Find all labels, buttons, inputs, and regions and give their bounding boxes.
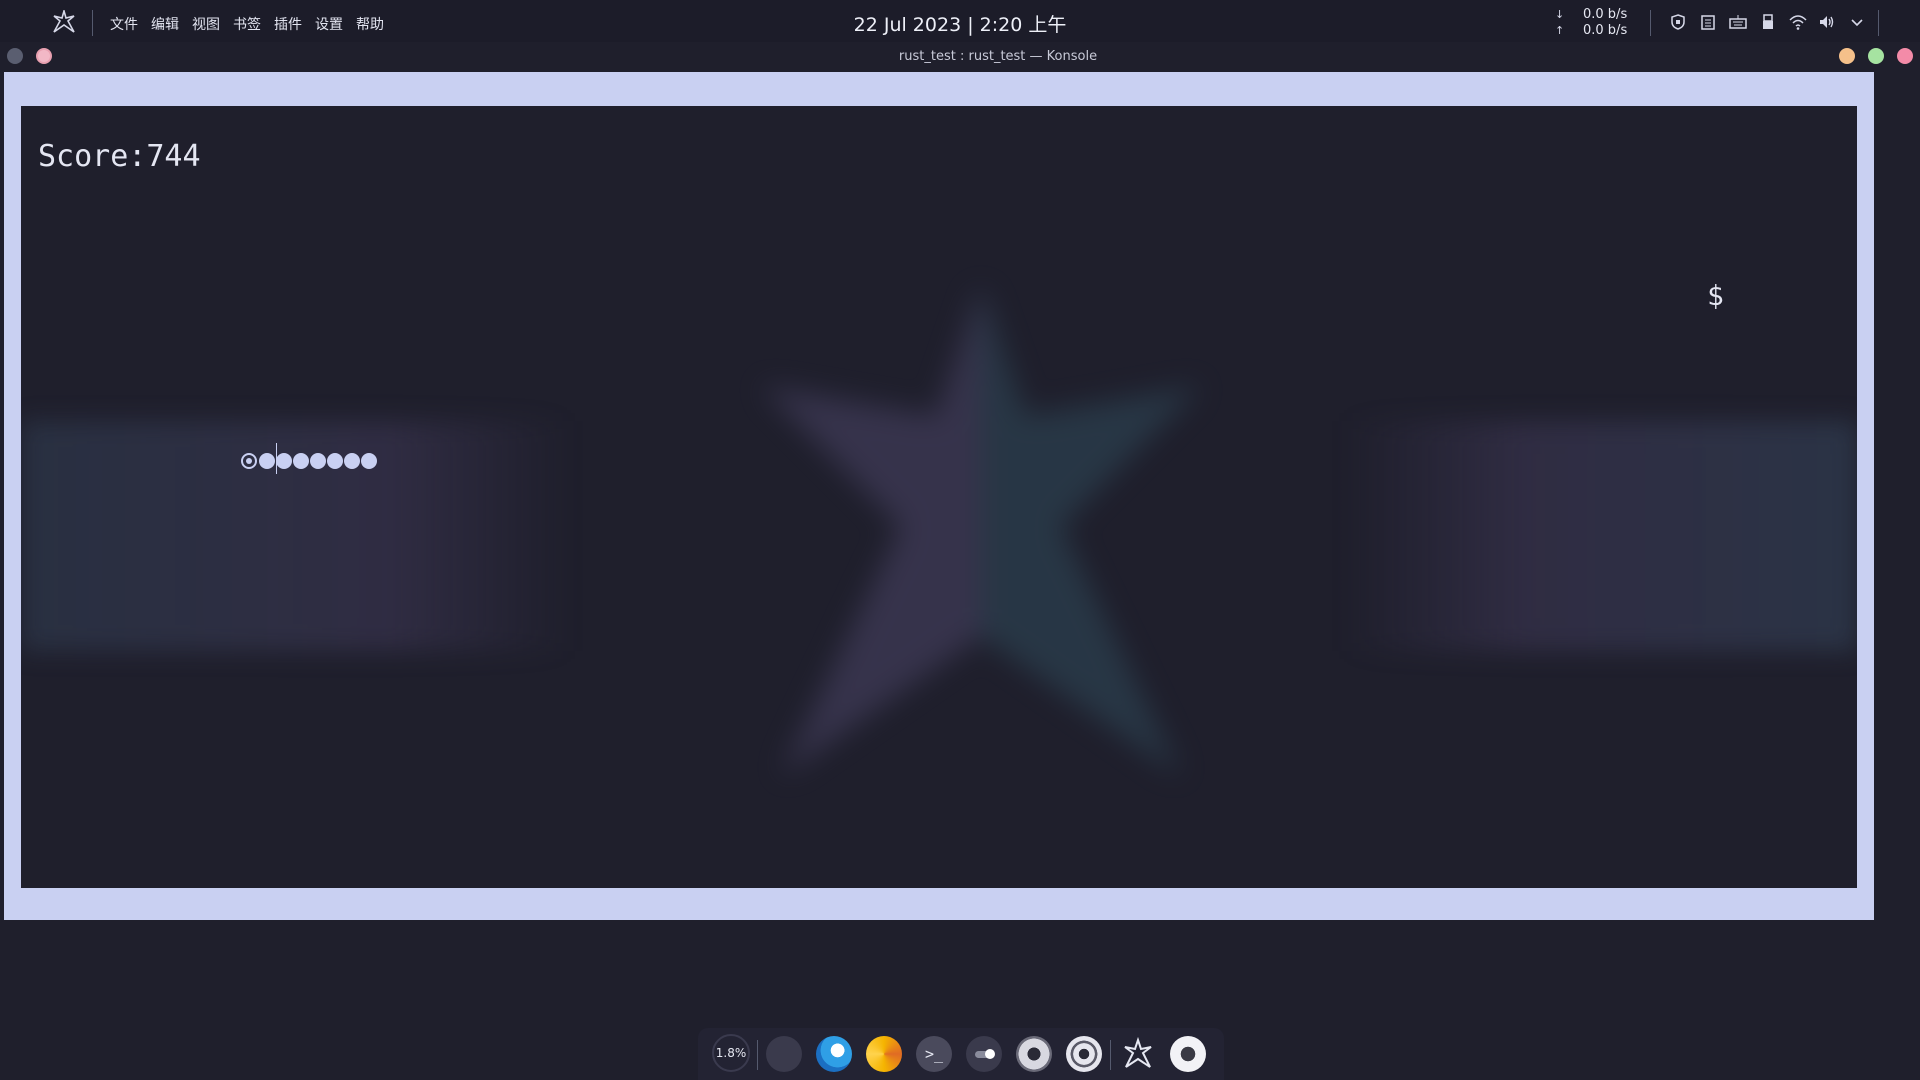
swirl-app-icon[interactable]: [866, 1036, 902, 1072]
snake-segment: [276, 453, 292, 469]
keyboard-icon[interactable]: [1729, 13, 1747, 31]
snake-segment: [310, 453, 326, 469]
wifi-icon[interactable]: [1789, 13, 1807, 31]
snake-segment: [327, 453, 343, 469]
snake-segment: [293, 453, 309, 469]
download-arrow-icon: ↓: [1555, 8, 1565, 21]
usb-device-icon[interactable]: [1759, 13, 1777, 31]
snake-segment: [344, 453, 360, 469]
security-icon[interactable]: [1669, 13, 1687, 31]
wallpaper-star-logo: [761, 286, 1201, 776]
edge-browser-icon[interactable]: [816, 1036, 852, 1072]
clipboard-icon[interactable]: [1699, 13, 1717, 31]
tray-separator: [1878, 10, 1879, 36]
pin-icon[interactable]: [36, 48, 52, 64]
dock-separator: [757, 1040, 758, 1070]
snake-segment: [259, 453, 275, 469]
media-player-icon[interactable]: [1066, 1036, 1102, 1072]
window-title: rust_test : rust_test — Konsole: [898, 49, 1098, 64]
food-item: $: [1707, 279, 1724, 312]
disk-utility-icon[interactable]: [1016, 1036, 1052, 1072]
record-button-icon[interactable]: [1170, 1036, 1206, 1072]
close-button[interactable]: [1897, 48, 1913, 64]
upload-speed: 0.0 b/s: [1583, 23, 1628, 38]
dock-separator: [1110, 1040, 1111, 1070]
clock[interactable]: 22 Jul 2023 | 2:20 上午: [0, 10, 1920, 37]
toggle-settings-icon[interactable]: [966, 1036, 1002, 1072]
window-titlebar[interactable]: rust_test : rust_test — Konsole: [0, 42, 1920, 72]
chevron-down-icon[interactable]: [1848, 13, 1866, 31]
maximize-button[interactable]: [1868, 48, 1884, 64]
arch-logo-icon[interactable]: [1120, 1036, 1156, 1072]
cpu-usage-gauge[interactable]: 1.8%: [712, 1034, 750, 1072]
tray-separator: [1650, 10, 1651, 36]
file-manager-icon[interactable]: [766, 1036, 802, 1072]
terminal-view[interactable]: Score:744 $: [21, 106, 1857, 888]
window-menu-icon[interactable]: [7, 48, 23, 64]
dock: 1.8% >_: [698, 1028, 1224, 1080]
score-display: Score:744: [38, 139, 201, 174]
snake-head: [241, 453, 257, 469]
minimize-button[interactable]: [1839, 48, 1855, 64]
upload-arrow-icon: ↑: [1555, 24, 1565, 37]
download-speed: 0.0 b/s: [1583, 7, 1628, 22]
snake-segment: [361, 453, 377, 469]
top-panel: 文件 编辑 视图 书签 插件 设置 帮助 22 Jul 2023 | 2:20 …: [0, 0, 1920, 42]
terminal-icon[interactable]: >_: [916, 1036, 952, 1072]
volume-icon[interactable]: [1818, 13, 1836, 31]
